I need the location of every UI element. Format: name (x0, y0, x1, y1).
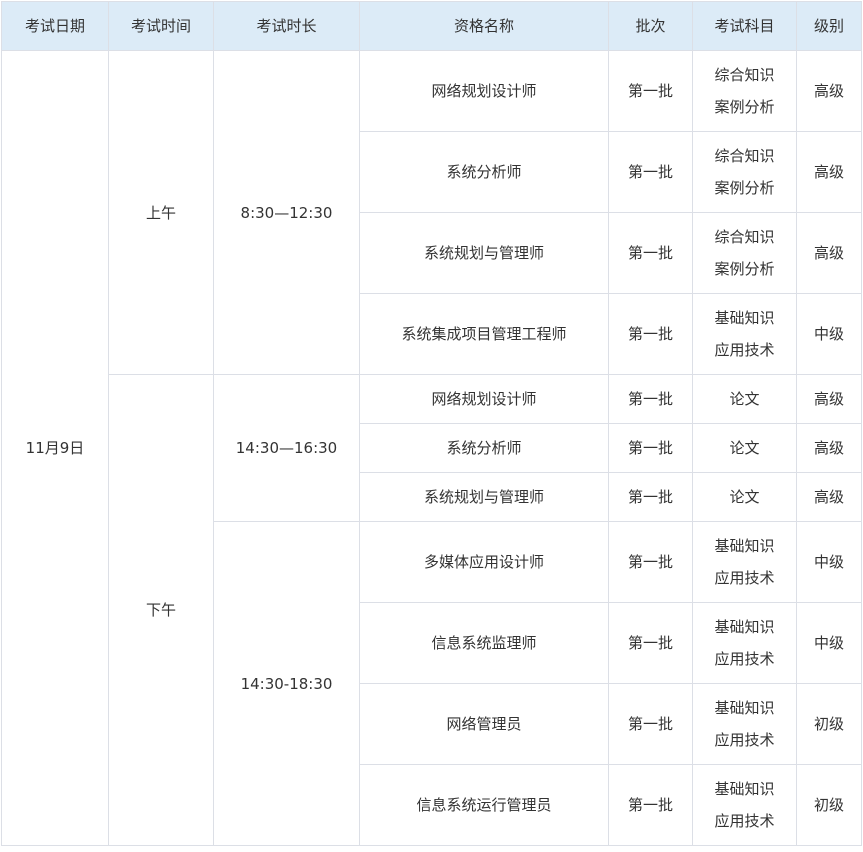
subject-line: 应用技术 (714, 731, 775, 749)
qualification-name-cell: 多媒体应用设计师 (359, 521, 609, 603)
level-cell: 初级 (796, 764, 862, 846)
subject-cell: 论文 (692, 472, 797, 522)
header-level: 级别 (796, 1, 862, 51)
subject-line: 基础知识 (714, 309, 775, 327)
qualification-name-cell: 网络管理员 (359, 683, 609, 765)
level-cell: 高级 (796, 472, 862, 522)
subject-cell: 论文 (692, 423, 797, 473)
subject-cell: 基础知识 应用技术 (692, 764, 797, 846)
exam-schedule-table: 考试日期 考试时间 考试时长 资格名称 批次 考试科目 级别 11月9日 上午 … (1, 1, 862, 846)
qualification-name-cell: 系统分析师 (359, 423, 609, 473)
header-exam-duration: 考试时长 (213, 1, 360, 51)
batch-cell: 第一批 (608, 374, 693, 424)
qualification-name-cell: 系统集成项目管理工程师 (359, 293, 609, 375)
subject-cell: 基础知识 应用技术 (692, 602, 797, 684)
session-afternoon-cell: 下午 (108, 374, 214, 846)
header-batch: 批次 (608, 1, 693, 51)
batch-cell: 第一批 (608, 521, 693, 603)
subject-cell: 基础知识 应用技术 (692, 521, 797, 603)
qualification-name-cell: 系统分析师 (359, 131, 609, 213)
level-cell: 高级 (796, 374, 862, 424)
level-cell: 高级 (796, 423, 862, 473)
exam-date-cell: 11月9日 (1, 50, 109, 846)
header-exam-date: 考试日期 (1, 1, 109, 51)
subject-line: 应用技术 (714, 569, 775, 587)
subject-cell: 基础知识 应用技术 (692, 293, 797, 375)
header-exam-subject: 考试科目 (692, 1, 797, 51)
header-exam-time: 考试时间 (108, 1, 214, 51)
qualification-name-cell: 信息系统监理师 (359, 602, 609, 684)
table-header-row: 考试日期 考试时间 考试时长 资格名称 批次 考试科目 级别 (1, 1, 862, 51)
batch-cell: 第一批 (608, 602, 693, 684)
table-row: 11月9日 上午 8:30—12:30 网络规划设计师 第一批 综合知识 案例分析… (1, 50, 862, 846)
subject-line: 综合知识 (714, 228, 775, 246)
batch-cell: 第一批 (608, 131, 693, 213)
subject-cell: 综合知识 案例分析 (692, 131, 797, 213)
subject-line: 基础知识 (714, 699, 775, 717)
duration-afternoon-short-cell: 14:30—16:30 (213, 374, 360, 522)
duration-afternoon-long-cell: 14:30-18:30 (213, 521, 360, 846)
subject-cell: 基础知识 应用技术 (692, 683, 797, 765)
subject-cell: 综合知识 案例分析 (692, 50, 797, 132)
qualification-name-cell: 网络规划设计师 (359, 374, 609, 424)
batch-cell: 第一批 (608, 423, 693, 473)
subject-line: 基础知识 (714, 618, 775, 636)
batch-cell: 第一批 (608, 472, 693, 522)
qualification-name-cell: 信息系统运行管理员 (359, 764, 609, 846)
duration-morning-cell: 8:30—12:30 (213, 50, 360, 375)
subject-line: 基础知识 (714, 780, 775, 798)
subject-line: 综合知识 (714, 147, 775, 165)
subject-line: 综合知识 (714, 66, 775, 84)
batch-cell: 第一批 (608, 764, 693, 846)
subject-line: 案例分析 (714, 260, 775, 278)
batch-cell: 第一批 (608, 50, 693, 132)
table-row: 下午 14:30—16:30 网络规划设计师 第一批 论文 高级 (2, 374, 862, 846)
level-cell: 中级 (796, 293, 862, 375)
header-qualification-name: 资格名称 (359, 1, 609, 51)
subject-line: 基础知识 (714, 537, 775, 555)
batch-cell: 第一批 (608, 683, 693, 765)
subject-cell: 论文 (692, 374, 797, 424)
subject-line: 案例分析 (714, 179, 775, 197)
subject-line: 应用技术 (714, 341, 775, 359)
level-cell: 高级 (796, 212, 862, 294)
subject-cell: 综合知识 案例分析 (692, 212, 797, 294)
subject-line: 应用技术 (714, 650, 775, 668)
level-cell: 高级 (796, 131, 862, 213)
subject-line: 应用技术 (714, 812, 775, 830)
level-cell: 中级 (796, 521, 862, 603)
batch-cell: 第一批 (608, 293, 693, 375)
qualification-name-cell: 系统规划与管理师 (359, 472, 609, 522)
session-morning-cell: 上午 (108, 50, 214, 375)
level-cell: 高级 (796, 50, 862, 132)
qualification-name-cell: 系统规划与管理师 (359, 212, 609, 294)
subject-line: 案例分析 (714, 98, 775, 116)
level-cell: 中级 (796, 602, 862, 684)
level-cell: 初级 (796, 683, 862, 765)
qualification-name-cell: 网络规划设计师 (359, 50, 609, 132)
batch-cell: 第一批 (608, 212, 693, 294)
